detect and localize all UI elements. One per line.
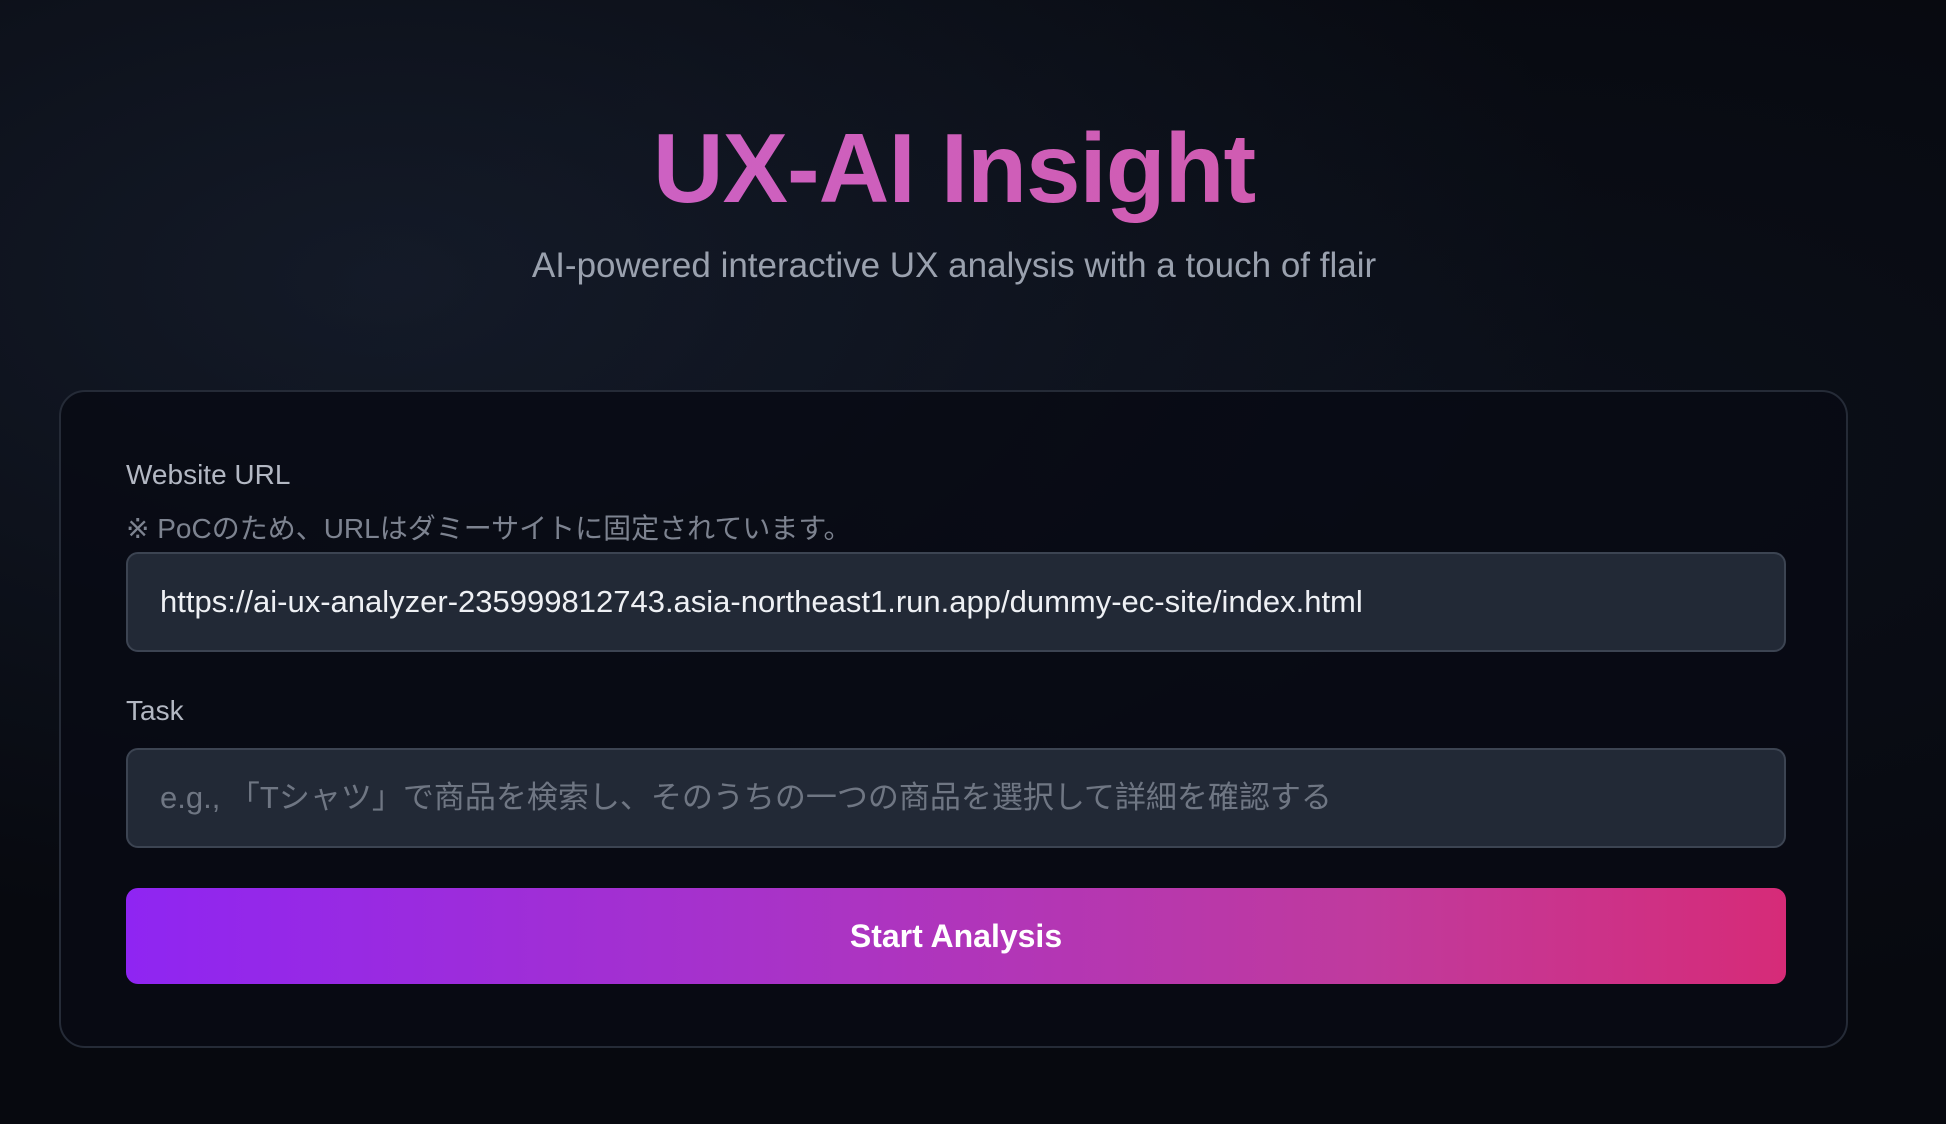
- task-label: Task: [126, 695, 184, 726]
- url-input[interactable]: [126, 552, 1786, 652]
- task-input[interactable]: [126, 748, 1786, 848]
- analysis-form-card: Website URL ※ PoCのため、URLはダミーサイトに固定されています…: [59, 390, 1848, 1048]
- url-label: Website URL: [126, 459, 291, 490]
- app-subtitle: AI-powered interactive UX analysis with …: [531, 246, 1377, 285]
- app-title: UX-AI Insight: [0, 112, 1908, 224]
- page: UX-AI Insight AI-powered interactive UX …: [0, 0, 1946, 1124]
- start-analysis-button[interactable]: Start Analysis: [126, 888, 1786, 984]
- url-note: ※ PoCのため、URLはダミーサイトに固定されています。: [126, 513, 852, 544]
